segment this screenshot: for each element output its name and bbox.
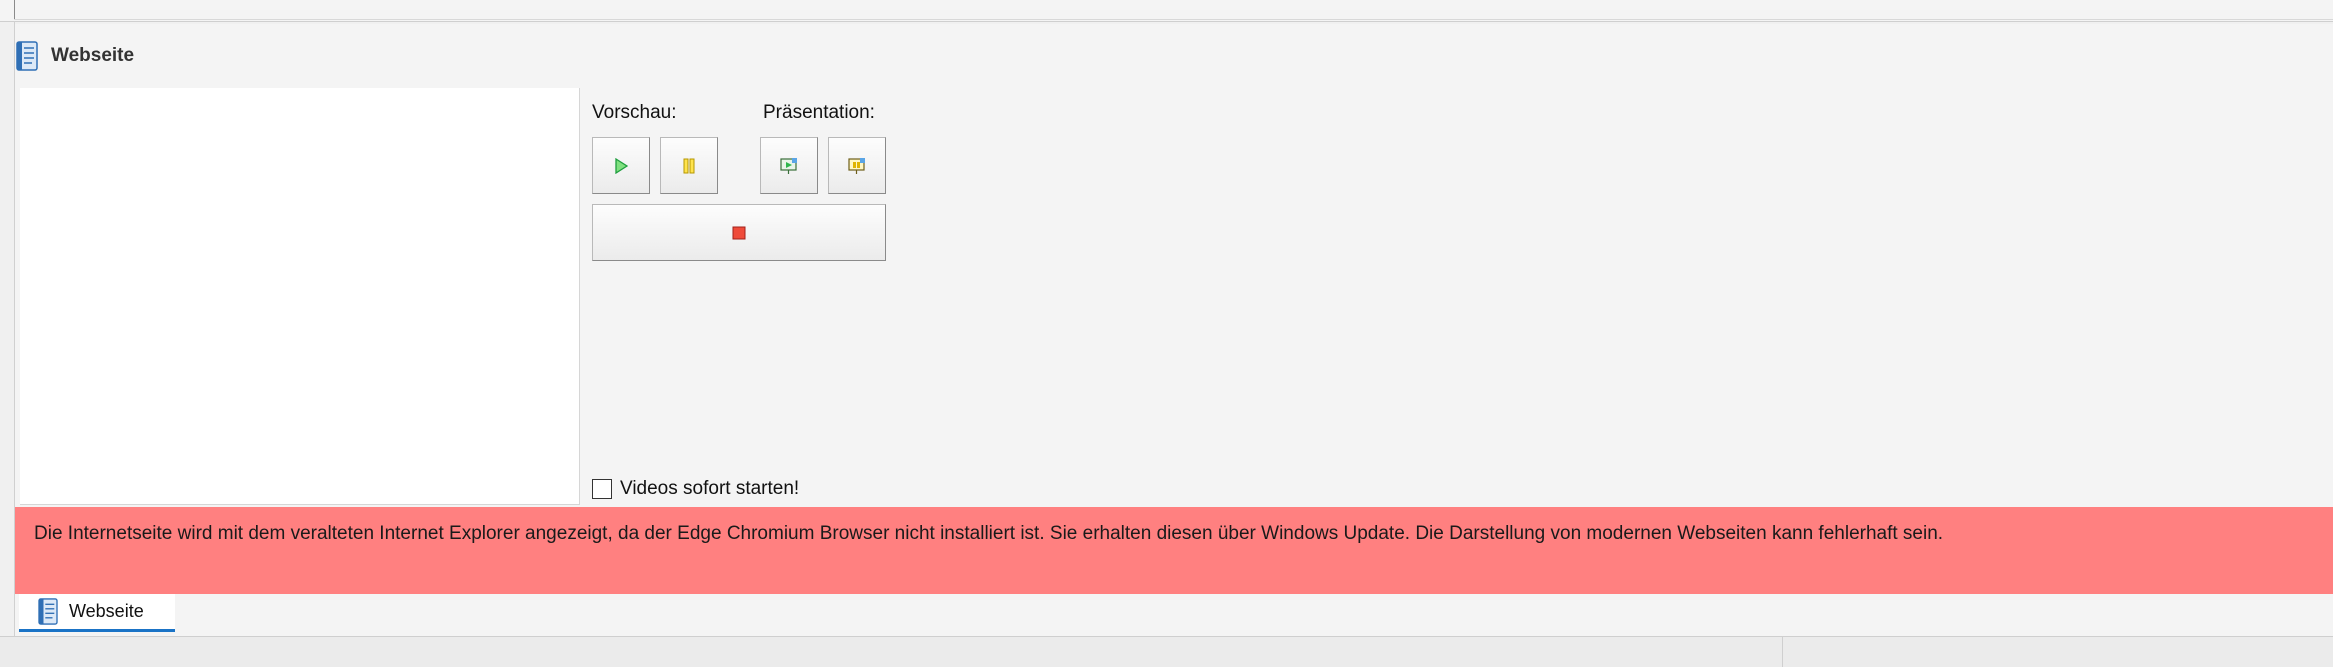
divider — [14, 19, 2333, 20]
divider — [14, 0, 15, 20]
webpage-preview-area[interactable] — [20, 88, 580, 505]
presentation-start-icon — [780, 157, 797, 174]
browser-warning-text: Die Internetseite wird mit dem veraltete… — [34, 523, 1944, 544]
status-bar-divider — [1782, 637, 1783, 667]
presentation-start-button[interactable] — [760, 137, 818, 194]
autostart-videos-option[interactable]: Videos sofort starten! — [592, 476, 799, 502]
status-bar — [0, 636, 2333, 667]
preview-pause-button[interactable] — [660, 137, 718, 194]
presentation-stop-button[interactable] — [828, 137, 886, 194]
preview-label: Vorschau: — [592, 102, 677, 123]
presentation-stop-icon — [848, 157, 865, 174]
play-icon — [615, 157, 628, 174]
document-icon — [38, 598, 58, 625]
tab-webseite[interactable]: Webseite — [19, 594, 175, 632]
pause-icon — [683, 158, 695, 173]
autostart-videos-label[interactable]: Videos sofort starten! — [620, 478, 799, 500]
stop-icon — [732, 226, 746, 239]
top-toolbar-remnant — [0, 0, 2333, 22]
panel-header: Webseite — [15, 34, 615, 78]
autostart-videos-checkbox[interactable] — [592, 479, 612, 499]
tab-label: Webseite — [69, 601, 144, 621]
browser-warning-banner: Die Internetseite wird mit dem veraltete… — [15, 507, 2333, 594]
tab-strip: Webseite — [15, 594, 2333, 636]
preview-play-button[interactable] — [592, 137, 650, 194]
document-icon — [16, 41, 38, 71]
presentation-label: Präsentation: — [763, 102, 875, 123]
stop-button[interactable] — [592, 204, 886, 261]
app-window: Webseite Vorschau: Präsentation: Videos … — [0, 0, 2333, 667]
panel-title: Webseite — [51, 45, 135, 66]
